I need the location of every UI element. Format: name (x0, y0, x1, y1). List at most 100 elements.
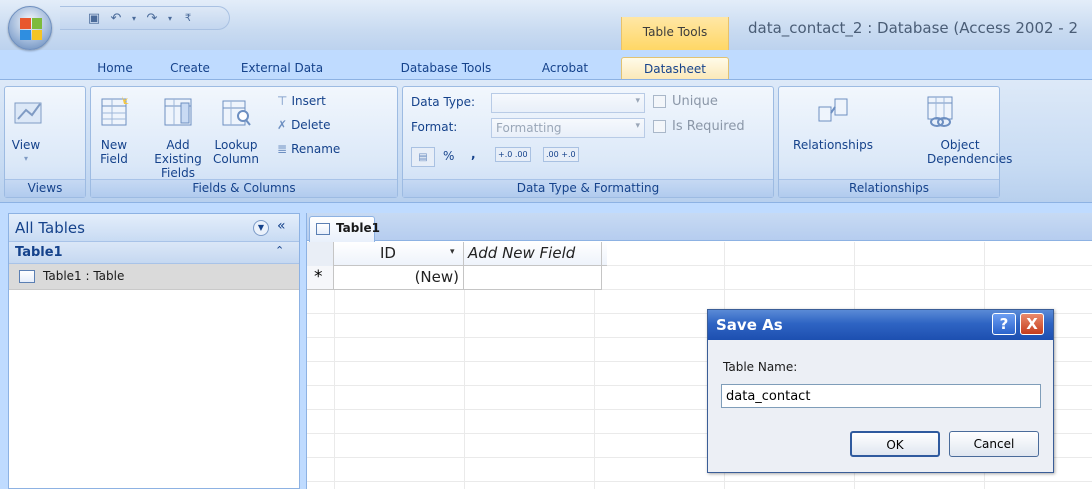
object-dependencies-label: Object Dependencies (927, 138, 1013, 166)
close-icon: X (1026, 315, 1038, 333)
rename-column-icon: ≣ (277, 142, 288, 156)
is-required-label: Is Required (672, 119, 745, 134)
redo-dropdown-icon[interactable]: ▾ (166, 10, 174, 26)
tab-datasheet[interactable]: Datasheet (621, 57, 729, 81)
currency-button[interactable]: ▤ (411, 147, 435, 167)
quick-access-toolbar: ▣ ↶ ▾ ↷ ▾ ₹ (60, 6, 230, 30)
object-dependencies-button[interactable]: Object Dependencies (887, 95, 1013, 166)
data-type-formatting-group: Data Type: ▾ Format: Formatting ▾ Unique… (402, 86, 774, 198)
tab-home[interactable]: Home (90, 57, 140, 81)
data-type-formatting-group-label: Data Type & Formatting (403, 179, 773, 197)
ribbon: View ▾ Views New Field Add Existing Fiel… (0, 79, 1092, 203)
column-header-id-label: ID (380, 244, 396, 262)
tab-create[interactable]: Create (160, 57, 220, 81)
nav-menu-dropdown-icon[interactable]: ▼ (253, 220, 269, 236)
document-tab-label: Table1 (336, 221, 380, 235)
is-required-checkbox-box (653, 120, 666, 133)
insert-label: Insert (291, 94, 326, 108)
new-record-row[interactable]: * (New) (307, 266, 602, 290)
format-value: Formatting (496, 121, 562, 135)
table-name-input[interactable] (721, 384, 1041, 408)
cancel-button[interactable]: Cancel (949, 431, 1039, 457)
redo-icon[interactable]: ↷ (144, 10, 160, 26)
comma-label: , (471, 147, 476, 161)
delete-button[interactable]: ✗ Delete (277, 118, 331, 132)
delete-label: Delete (291, 118, 331, 132)
ok-button[interactable]: OK (850, 431, 940, 457)
view-button[interactable]: View ▾ (11, 95, 42, 166)
relationships-icon (818, 98, 848, 122)
select-all-cell[interactable] (307, 242, 334, 266)
increase-decimals-button[interactable]: +.0 .00 (495, 147, 531, 162)
office-button[interactable] (8, 6, 52, 50)
table-icon (19, 270, 35, 283)
undo-dropdown-icon[interactable]: ▾ (130, 10, 138, 26)
document-tab-bar: Table1 (307, 213, 1092, 242)
save-as-dialog: Save As ? X Table Name: OK Cancel (707, 309, 1054, 473)
help-button[interactable]: ? (992, 313, 1016, 335)
title-bar: ▣ ↶ ▾ ↷ ▾ ₹ Table Tools data_contact_2 :… (0, 0, 1092, 50)
row-selector[interactable]: * (307, 266, 334, 289)
decrease-decimals-button[interactable]: .00 +.0 (543, 147, 579, 162)
views-group: View ▾ Views (4, 86, 86, 198)
tab-external-data[interactable]: External Data (232, 57, 332, 81)
add-existing-fields-icon (164, 98, 192, 126)
tab-acrobat[interactable]: Acrobat (525, 57, 605, 81)
is-required-checkbox[interactable]: Is Required (653, 119, 745, 134)
chevron-up-icon[interactable]: ⌃ (275, 244, 284, 257)
percent-button[interactable]: % (443, 149, 454, 163)
new-field-button[interactable]: New Field (97, 95, 131, 166)
column-header-add-new-field[interactable]: Add New Field (464, 242, 602, 266)
format-combo[interactable]: Formatting ▾ (491, 118, 645, 138)
rename-label: Rename (291, 142, 341, 156)
contextual-tab-title: Table Tools (621, 17, 729, 50)
help-icon: ? (999, 315, 1009, 333)
window-title: data_contact_2 : Database (Access 2002 -… (748, 19, 1079, 37)
dialog-title: Save As (716, 316, 783, 334)
nav-header-title: All Tables (15, 219, 85, 237)
cell-id-new[interactable]: (New) (334, 266, 464, 290)
relationships-button[interactable]: Relationships (785, 95, 881, 152)
add-existing-fields-button[interactable]: Add Existing Fields (145, 95, 211, 180)
ribbon-tabs: Home Create External Data Database Tools… (0, 50, 1092, 81)
rename-button[interactable]: ≣ Rename (277, 142, 340, 156)
cell-add-new-field[interactable] (464, 266, 602, 290)
lookup-column-icon (222, 100, 251, 126)
format-label: Format: (411, 120, 458, 134)
new-field-label: New Field (100, 138, 128, 166)
relationships-label: Relationships (793, 138, 873, 152)
nav-header[interactable]: All Tables ▼ « (9, 214, 299, 242)
views-group-label: Views (5, 179, 85, 197)
document-tab-table1[interactable]: Table1 (309, 216, 380, 242)
new-field-icon (101, 96, 129, 126)
comma-button[interactable]: , (471, 147, 476, 161)
column-filter-dropdown-icon[interactable]: ▾ (450, 247, 455, 257)
nav-item-table1[interactable]: Table1 : Table (9, 264, 299, 290)
insert-button[interactable]: ⊤ Insert (277, 94, 326, 108)
undo-icon[interactable]: ↶ (108, 10, 124, 26)
tab-database-tools[interactable]: Database Tools (386, 57, 506, 81)
lookup-column-label: Lookup Column (213, 138, 259, 166)
view-dropdown-icon: ▾ (23, 154, 28, 163)
save-icon[interactable]: ▣ (86, 10, 102, 26)
object-dependencies-icon (927, 96, 953, 127)
nav-group-title: Table1 (15, 245, 63, 260)
column-header-id[interactable]: ID ▾ (334, 242, 464, 266)
unique-checkbox-box (653, 95, 666, 108)
percent-label: % (443, 149, 455, 163)
data-type-combo[interactable]: ▾ (491, 93, 645, 113)
nav-group-header[interactable]: Table1 ⌃ (9, 242, 299, 264)
nav-collapse-icon[interactable]: « (277, 218, 286, 234)
insert-column-icon: ⊤ (277, 94, 288, 108)
close-button[interactable]: X (1020, 313, 1044, 335)
unique-checkbox[interactable]: Unique (653, 94, 718, 109)
increase-decimals-label: +.0 .00 (498, 150, 528, 159)
lookup-column-button[interactable]: Lookup Column (211, 95, 261, 166)
nav-item-label: Table1 : Table (43, 269, 125, 283)
data-type-dropdown-icon: ▾ (635, 96, 640, 106)
cell-id-new-value: (New) (414, 268, 459, 286)
add-existing-fields-label: Add Existing Fields (154, 138, 202, 180)
currency-icon: ▤ (418, 151, 428, 163)
decrease-decimals-label: .00 +.0 (546, 150, 576, 159)
customize-qat-icon[interactable]: ₹ (180, 10, 196, 26)
